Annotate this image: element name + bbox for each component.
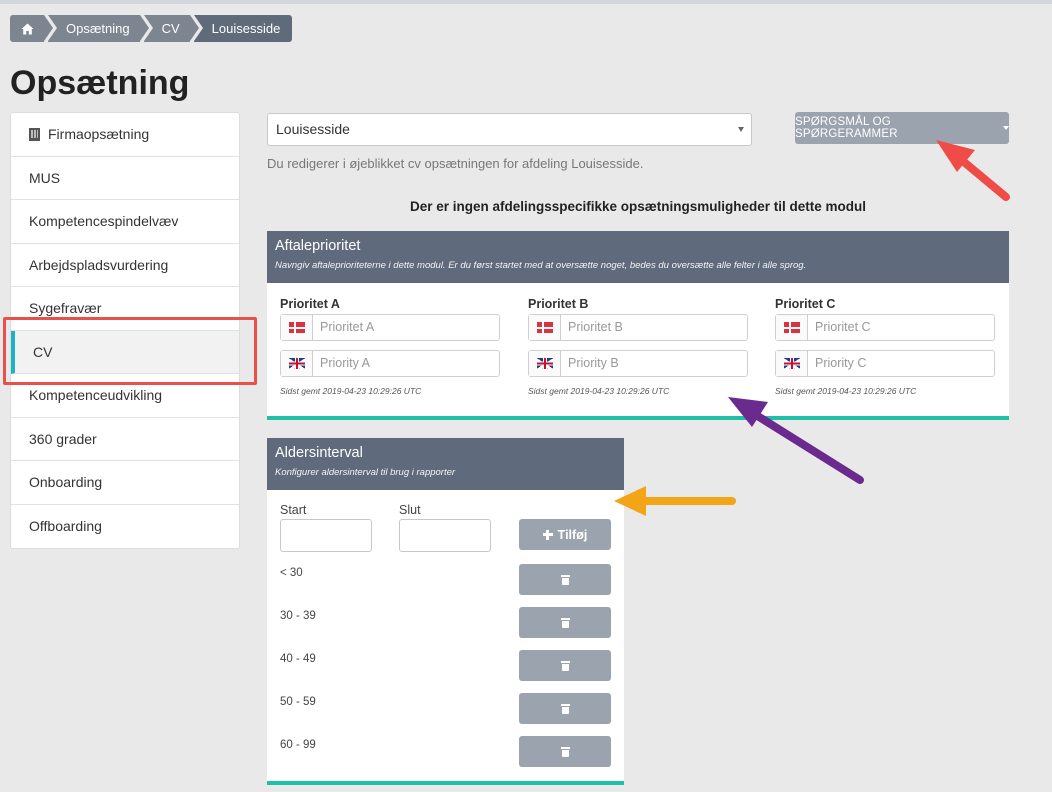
- age-interval-item: < 30: [280, 567, 303, 579]
- last-saved-text: Sidst gemt 2019-04-23 10:29:26 UTC: [528, 386, 670, 396]
- uk-flag-icon: [536, 358, 553, 369]
- add-interval-button[interactable]: Tilføj: [519, 519, 611, 550]
- last-saved-text: Sidst gemt 2019-04-23 10:29:26 UTC: [280, 386, 422, 396]
- sidebar-item-label: Offboarding: [29, 518, 102, 535]
- input-placeholder: Prioritet A: [320, 320, 375, 334]
- priority-c-danish-input[interactable]: Prioritet C: [775, 314, 995, 341]
- start-label: Start: [280, 503, 307, 517]
- highlight-box: [3, 317, 257, 385]
- building-icon: [29, 127, 40, 141]
- sidebar-item-mus[interactable]: MUS: [11, 157, 239, 200]
- sidebar-item-label: Firmaopsætning: [48, 126, 150, 143]
- trash-icon: [560, 574, 570, 585]
- input-placeholder: Prioritet C: [815, 320, 871, 334]
- chevron-down-icon: [738, 127, 744, 132]
- start-age-input[interactable]: [280, 519, 372, 552]
- breadcrumb-current: Louisesside: [193, 15, 293, 42]
- sidebar-item-label: Arbejdspladsvurdering: [29, 256, 169, 273]
- uk-flag-icon: [288, 358, 305, 369]
- sidebar-item-arbejdspladsvurdering[interactable]: Arbejdspladsvurdering: [11, 244, 239, 287]
- sidebar-item-label: Onboarding: [29, 474, 103, 491]
- trash-icon: [560, 660, 570, 671]
- sidebar-item-label: MUS: [29, 169, 61, 186]
- priority-a-english-input[interactable]: Priority A: [280, 350, 500, 377]
- age-panel-header: Aldersinterval Konfigurer aldersinterval…: [267, 438, 624, 490]
- age-interval-item: 50 - 59: [280, 696, 316, 708]
- priority-column-a: Prioritet A Prioritet A Priority A Sidst…: [280, 297, 500, 396]
- orange-arrow: [614, 486, 736, 516]
- sidebar-item-360-grader[interactable]: 360 grader: [11, 418, 239, 461]
- danish-flag-icon: [536, 322, 553, 333]
- priority-panel: Aftaleprioritet Navngiv aftaleprioritete…: [267, 231, 1009, 420]
- delete-interval-button[interactable]: [519, 564, 611, 595]
- priority-label: Prioritet B: [528, 297, 589, 311]
- priority-panel-subtitle: Navngiv aftaleprioriteterne i dette modu…: [275, 260, 807, 271]
- breadcrumb: Opsætning CV Louisesside: [10, 15, 296, 42]
- breadcrumb-cv[interactable]: CV: [143, 15, 199, 42]
- age-interval-item: 30 - 39: [280, 610, 316, 622]
- delete-interval-button[interactable]: [519, 607, 611, 638]
- delete-interval-button[interactable]: [519, 693, 611, 724]
- sidebar-item-firmaopsaetning[interactable]: Firmaopsætning: [11, 113, 239, 157]
- end-label: Slut: [399, 503, 421, 517]
- age-interval-panel: Aldersinterval Konfigurer aldersinterval…: [267, 438, 624, 785]
- sidebar-item-label: Kompetencespindelvæv: [29, 213, 179, 230]
- danish-flag-icon: [783, 322, 800, 333]
- red-arrow: [936, 140, 1010, 201]
- priority-b-danish-input[interactable]: Prioritet B: [528, 314, 748, 341]
- input-placeholder: Priority B: [568, 356, 619, 370]
- page-title: Opsætning: [10, 64, 190, 102]
- age-panel-subtitle: Konfigurer aldersinterval til brug i rap…: [275, 467, 456, 478]
- delete-interval-button[interactable]: [519, 736, 611, 767]
- age-interval-item: 40 - 49: [280, 653, 316, 665]
- priority-column-c: Prioritet C Prioritet C Priority C Sidst…: [775, 297, 995, 396]
- top-bar: [0, 0, 1052, 4]
- sidebar-item-label: Kompetenceudvikling: [29, 387, 163, 404]
- delete-interval-button[interactable]: [519, 650, 611, 681]
- home-icon: [21, 23, 33, 34]
- danish-flag-icon: [288, 322, 305, 333]
- breadcrumb-opsaetning[interactable]: Opsætning: [48, 15, 149, 42]
- end-age-input[interactable]: [399, 519, 491, 552]
- sidebar-item-offboarding[interactable]: Offboarding: [11, 505, 239, 549]
- age-interval-item: 60 - 99: [280, 739, 316, 751]
- caret-down-icon: [1003, 126, 1009, 130]
- questions-button-label: SPØRGSMÅL OG SPØRGERAMMER: [795, 116, 898, 140]
- last-saved-text: Sidst gemt 2019-04-23 10:29:26 UTC: [775, 386, 917, 396]
- uk-flag-icon: [783, 358, 800, 369]
- priority-label: Prioritet A: [280, 297, 340, 311]
- input-placeholder: Priority C: [815, 356, 867, 370]
- priority-c-english-input[interactable]: Priority C: [775, 350, 995, 377]
- notice-text: Der er ingen afdelingsspecifikke opsætni…: [409, 199, 867, 214]
- add-button-label: Tilføj: [557, 527, 588, 542]
- trash-icon: [560, 703, 570, 714]
- priority-panel-title: Aftaleprioritet: [275, 238, 361, 254]
- department-select-value: Louisesside: [276, 121, 350, 137]
- trash-icon: [560, 617, 570, 628]
- sidebar-item-label: Sygefravær: [29, 300, 102, 317]
- priority-panel-header: Aftaleprioritet Navngiv aftaleprioritete…: [267, 231, 1009, 283]
- sidebar-item-kompetencespindelvaev[interactable]: Kompetencespindelvæv: [11, 200, 239, 244]
- department-select[interactable]: Louisesside: [267, 113, 752, 146]
- input-placeholder: Prioritet B: [568, 320, 623, 334]
- breadcrumb-home[interactable]: [10, 15, 53, 42]
- sidebar-item-onboarding[interactable]: Onboarding: [11, 461, 239, 505]
- priority-label: Prioritet C: [775, 297, 836, 311]
- age-panel-title: Aldersinterval: [275, 445, 363, 461]
- trash-icon: [560, 746, 570, 757]
- priority-column-b: Prioritet B Prioritet B Priority B Sidst…: [528, 297, 748, 396]
- priority-b-english-input[interactable]: Priority B: [528, 350, 748, 377]
- input-placeholder: Priority A: [320, 356, 371, 370]
- sidebar-item-label: 360 grader: [29, 430, 97, 447]
- department-help-text: Du redigerer i øjeblikket cv opsætningen…: [267, 156, 644, 171]
- priority-a-danish-input[interactable]: Prioritet A: [280, 314, 500, 341]
- plus-icon: [542, 529, 553, 540]
- questions-dropdown-button[interactable]: SPØRGSMÅL OG SPØRGERAMMER: [795, 112, 1009, 144]
